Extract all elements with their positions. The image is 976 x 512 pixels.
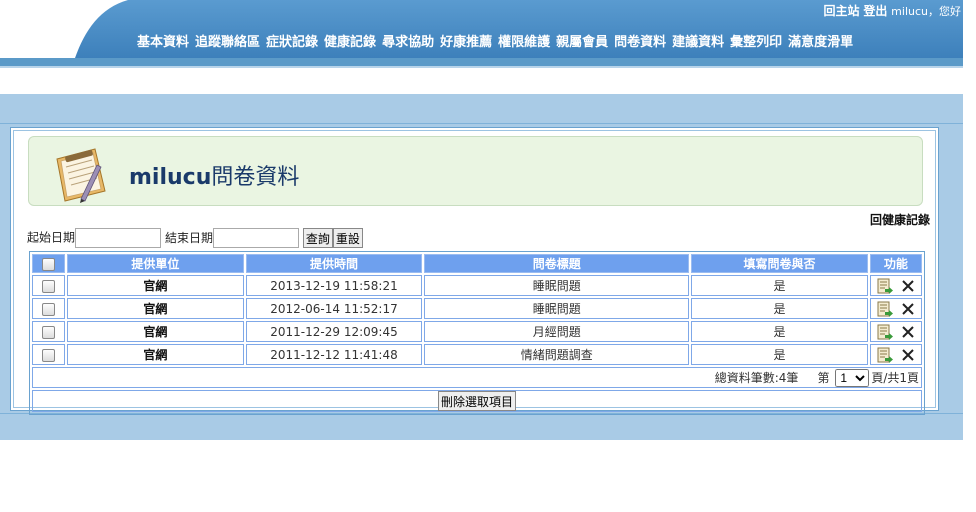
close-x-icon[interactable]	[901, 348, 915, 362]
delete-cell: 刪除選取項目	[32, 390, 922, 412]
page-prefix: 第	[817, 370, 830, 385]
title-box: milucu問卷資料	[28, 136, 923, 206]
table-row: 官網 2012-06-14 11:52:17 睡眠問題 是	[32, 298, 922, 319]
row-checkbox[interactable]	[42, 325, 56, 339]
nav-item-print[interactable]: 彙整列印	[730, 35, 782, 50]
select-all-checkbox[interactable]	[42, 257, 56, 271]
nav-item-seek-help[interactable]: 尋求協助	[382, 35, 434, 50]
main-nav: 基本資料 追蹤聯絡區 症狀記錄 健康記錄 尋求協助 好康推薦 權限維護 親屬會員 問卷資料 建議資…	[137, 31, 859, 50]
header-bar-highlight	[0, 66, 963, 68]
start-date-input[interactable]	[75, 228, 162, 248]
edit-document-icon[interactable]	[877, 301, 893, 317]
nav-item-permissions[interactable]: 權限維護	[498, 35, 550, 50]
cell-time: 2011-12-12 11:41:48	[245, 344, 423, 365]
page-title: milucu問卷資料	[129, 159, 299, 191]
column-header-actions: 功能	[869, 254, 922, 273]
top-links: 回主站 登出 milucu，您好	[823, 2, 961, 19]
cell-filled: 是	[691, 298, 868, 319]
notepad-pen-icon	[56, 148, 106, 203]
cell-actions	[869, 344, 922, 365]
cell-filled: 是	[691, 344, 868, 365]
nav-item-health-records[interactable]: 健康記錄	[324, 35, 376, 50]
row-checkbox[interactable]	[42, 348, 56, 362]
column-header-time: 提供時間	[245, 254, 423, 273]
back-to-health-records-link[interactable]: 回健康記錄	[870, 211, 930, 228]
band-divider	[0, 123, 963, 124]
row-select-cell	[32, 321, 66, 342]
cell-unit: 官網	[67, 275, 244, 296]
cell-filled: 是	[691, 321, 868, 342]
nav-item-satisfaction[interactable]: 滿意度滑單	[788, 35, 853, 50]
edit-document-icon[interactable]	[877, 324, 893, 340]
delete-row: 刪除選取項目	[32, 390, 922, 412]
table-row: 官網 2011-12-12 11:41:48 情緒問題調查 是	[32, 344, 922, 365]
page-title-text: 問卷資料	[211, 165, 300, 190]
home-link[interactable]: 回主站	[823, 4, 859, 18]
nav-item-family-members[interactable]: 親屬會員	[556, 35, 608, 50]
cell-actions	[869, 298, 922, 319]
row-select-cell	[32, 275, 66, 296]
cell-unit: 官網	[67, 298, 244, 319]
cell-time: 2012-06-14 11:52:17	[245, 298, 423, 319]
page-suffix: 頁/共1頁	[871, 370, 919, 385]
end-date-input[interactable]	[213, 228, 300, 248]
table-header-row: 提供單位 提供時間 問卷標題 填寫問卷與否 功能	[32, 254, 922, 273]
nav-item-recommendations[interactable]: 好康推薦	[440, 35, 492, 50]
pager-row: 總資料筆數:4筆 第 1 頁/共1頁	[32, 367, 922, 388]
content-panel-inner: milucu問卷資料 回健康記錄 起始日期 結束日期 查詢 重設 提供單位 提供時間…	[13, 130, 936, 415]
logout-link[interactable]: 登出	[863, 4, 887, 18]
questionnaire-table: 提供單位 提供時間 問卷標題 填寫問卷與否 功能 官網 2013-12-19 1…	[29, 251, 925, 415]
cell-unit: 官網	[67, 344, 244, 365]
delete-selected-button[interactable]: 刪除選取項目	[437, 391, 516, 411]
cell-title: 睡眠問題	[424, 298, 690, 319]
cell-time: 2013-12-19 11:58:21	[245, 275, 423, 296]
start-date-label: 起始日期	[27, 230, 76, 245]
page-title-user: milucu	[129, 165, 212, 190]
site-header: 回主站 登出 milucu，您好 基本資料 追蹤聯絡區 症狀記錄 健康記錄 尋求協助 好康…	[0, 0, 963, 58]
cell-filled: 是	[691, 275, 868, 296]
cell-actions	[869, 275, 922, 296]
query-button[interactable]: 查詢	[302, 228, 333, 248]
header-bar	[0, 58, 963, 66]
cell-time: 2011-12-29 12:09:45	[245, 321, 423, 342]
greeting-text: milucu，您好	[891, 5, 961, 18]
pager-cell: 總資料筆數:4筆 第 1 頁/共1頁	[32, 367, 922, 388]
cell-title: 月經問題	[424, 321, 690, 342]
edit-document-icon[interactable]	[877, 347, 893, 363]
end-date-label: 結束日期	[165, 230, 214, 245]
column-header-unit: 提供單位	[67, 254, 244, 273]
nav-item-questionnaires[interactable]: 問卷資料	[614, 35, 666, 50]
select-all-cell	[32, 254, 66, 273]
close-x-icon[interactable]	[901, 279, 915, 293]
total-records-text: 總資料筆數:4筆	[714, 370, 799, 385]
nav-item-tracking[interactable]: 追蹤聯絡區	[195, 35, 260, 50]
column-header-title: 問卷標題	[424, 254, 690, 273]
row-select-cell	[32, 344, 66, 365]
row-checkbox[interactable]	[42, 302, 56, 316]
content-panel: milucu問卷資料 回健康記錄 起始日期 結束日期 查詢 重設 提供單位 提供時間…	[10, 127, 939, 415]
table-row: 官網 2013-12-19 11:58:21 睡眠問題 是	[32, 275, 922, 296]
close-x-icon[interactable]	[901, 302, 915, 316]
edit-document-icon[interactable]	[877, 278, 893, 294]
cell-title: 情緒問題調查	[424, 344, 690, 365]
cell-title: 睡眠問題	[424, 275, 690, 296]
column-header-filled: 填寫問卷與否	[691, 254, 868, 273]
nav-item-basic-info[interactable]: 基本資料	[137, 35, 189, 50]
nav-item-suggestions[interactable]: 建議資料	[672, 35, 724, 50]
cell-unit: 官網	[67, 321, 244, 342]
page-select[interactable]: 1	[835, 368, 870, 387]
cell-actions	[869, 321, 922, 342]
nav-item-symptoms[interactable]: 症狀記錄	[266, 35, 318, 50]
reset-button[interactable]: 重設	[332, 228, 363, 248]
table-row: 官網 2011-12-29 12:09:45 月經問題 是	[32, 321, 922, 342]
row-checkbox[interactable]	[42, 279, 56, 293]
row-select-cell	[32, 298, 66, 319]
close-x-icon[interactable]	[901, 325, 915, 339]
date-filter: 起始日期 結束日期 查詢 重設	[27, 228, 363, 248]
